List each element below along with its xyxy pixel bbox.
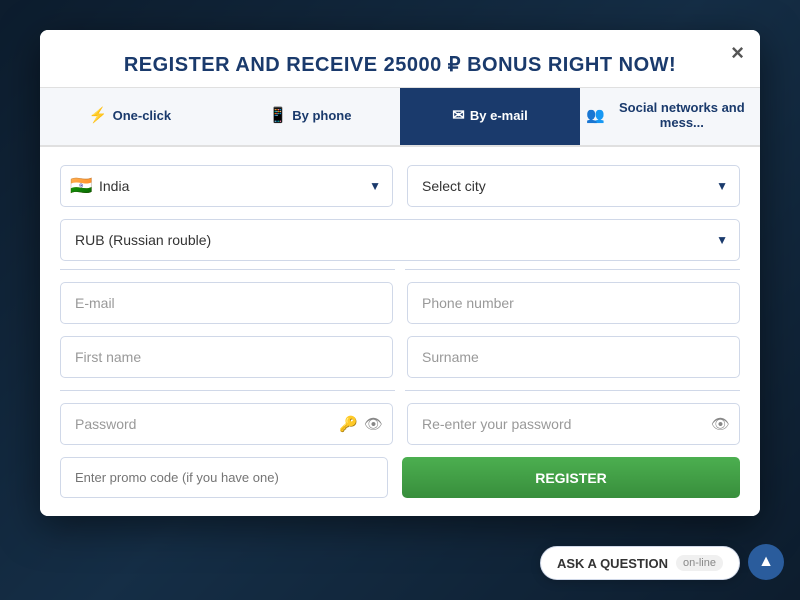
close-button[interactable]: × — [731, 42, 744, 64]
password-wrapper: 🔑 👁 — [60, 403, 393, 445]
social-icon: 👥 — [586, 106, 605, 124]
email-phone-row — [60, 282, 740, 324]
currency-select[interactable]: RUB (Russian rouble) — [60, 219, 740, 261]
reenter-password-icons: 👁 — [711, 415, 730, 433]
currency-wrapper: RUB (Russian rouble) ▼ — [60, 219, 740, 261]
divider-line-left — [60, 269, 395, 270]
city-select[interactable]: Select city — [407, 165, 740, 207]
promo-input[interactable] — [60, 457, 388, 498]
tab-social-label: Social networks and mess... — [610, 100, 754, 130]
register-button[interactable]: REGISTER — [402, 457, 740, 498]
email-icon: ✉ — [452, 106, 465, 124]
reenter-password-input[interactable] — [407, 403, 740, 445]
key-icon: 🔑 — [339, 415, 358, 433]
scroll-top-button[interactable]: ▲ — [748, 544, 784, 580]
name-row — [60, 336, 740, 378]
ask-question-bar: ASK A QUESTION on-line — [540, 546, 740, 580]
divider2 — [60, 390, 740, 391]
phone-icon: 📱 — [269, 106, 288, 124]
divider-line-right — [405, 269, 740, 270]
modal-header: REGISTER AND RECEIVE 25000 ₽ BONUS RIGHT… — [40, 30, 760, 88]
country-wrapper: 🇮🇳 India ▼ — [60, 165, 393, 207]
modal-title: REGISTER AND RECEIVE 25000 ₽ BONUS RIGHT… — [60, 52, 740, 77]
registration-modal: REGISTER AND RECEIVE 25000 ₽ BONUS RIGHT… — [40, 30, 760, 516]
lightning-icon: ⚡ — [89, 106, 108, 124]
password-row: 🔑 👁 👁 — [60, 403, 740, 445]
tab-one-click-label: One-click — [113, 108, 172, 123]
india-flag-icon: 🇮🇳 — [70, 176, 92, 197]
country-city-row: 🇮🇳 India ▼ Select city ▼ — [60, 165, 740, 207]
password-icons: 🔑 👁 — [339, 415, 383, 433]
reenter-eye-icon[interactable]: 👁 — [711, 415, 730, 433]
phone-wrapper — [407, 282, 740, 324]
tab-by-email-label: By e-mail — [470, 108, 528, 123]
firstname-wrapper — [60, 336, 393, 378]
city-wrapper: Select city ▼ — [407, 165, 740, 207]
currency-row: RUB (Russian rouble) ▼ — [60, 219, 740, 261]
eye-icon[interactable]: 👁 — [364, 415, 383, 433]
tab-social[interactable]: 👥 Social networks and mess... — [580, 88, 760, 145]
bottom-row: REGISTER — [60, 457, 740, 498]
divider2-line-left — [60, 390, 395, 391]
phone-input[interactable] — [407, 282, 740, 324]
reenter-password-wrapper: 👁 — [407, 403, 740, 445]
surname-input[interactable] — [407, 336, 740, 378]
tab-by-phone[interactable]: 📱 By phone — [220, 88, 400, 145]
modal-body: 🇮🇳 India ▼ Select city ▼ RUB — [40, 147, 760, 516]
email-input[interactable] — [60, 282, 393, 324]
online-badge: on-line — [676, 555, 723, 571]
surname-wrapper — [407, 336, 740, 378]
tabs-container: ⚡ One-click 📱 By phone ✉ By e-mail 👥 Soc… — [40, 88, 760, 147]
firstname-input[interactable] — [60, 336, 393, 378]
ask-question-label: ASK A QUESTION — [557, 556, 668, 571]
country-select[interactable]: India — [60, 165, 393, 207]
email-wrapper — [60, 282, 393, 324]
divider2-line-right — [405, 390, 740, 391]
tab-by-email[interactable]: ✉ By e-mail — [400, 88, 580, 145]
tab-by-phone-label: By phone — [292, 108, 351, 123]
tab-one-click[interactable]: ⚡ One-click — [40, 88, 220, 145]
divider — [60, 269, 740, 270]
